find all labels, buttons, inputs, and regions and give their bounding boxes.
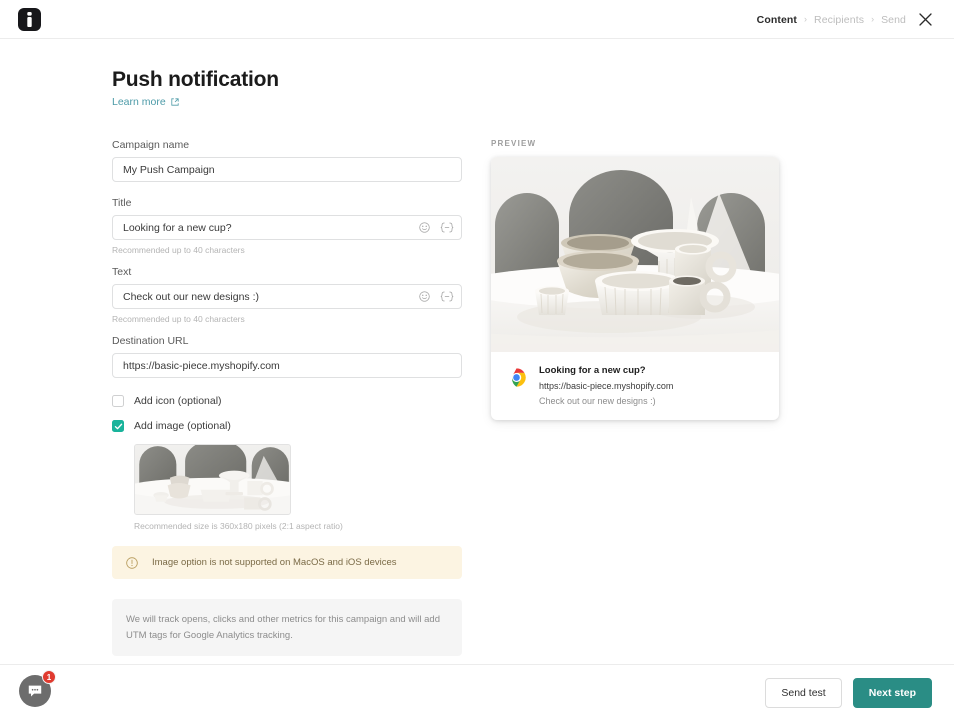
text-input[interactable] (112, 284, 462, 309)
emoji-smiley-icon[interactable] (419, 291, 430, 302)
breadcrumb: Content › Recipients › Send (757, 0, 906, 39)
breadcrumb-item-content[interactable]: Content (757, 14, 797, 26)
title-input[interactable] (112, 215, 462, 240)
emoji-smiley-icon[interactable] (419, 222, 430, 233)
title-field: Title Looking for a new cup? Recommended… (112, 197, 462, 255)
title-hint: Recommended up to 40 characters (112, 245, 245, 255)
text-hint: Recommended up to 40 characters (112, 314, 245, 324)
add-image-checkbox[interactable] (112, 420, 124, 432)
campaign-name-input[interactable] (112, 157, 462, 182)
send-test-button[interactable]: Send test (765, 677, 842, 708)
breadcrumb-separator: › (804, 14, 808, 24)
add-icon-checkbox-row[interactable]: Add icon (optional) (112, 395, 462, 407)
push-notification-campaign-editor: Content › Recipients › Send Push notific… (0, 0, 954, 720)
chat-unread-badge: 1 (42, 670, 56, 684)
tracking-notice: We will track opens, clicks and other me… (112, 599, 462, 657)
destination-url-input[interactable] (112, 353, 462, 378)
uploaded-image-thumbnail[interactable] (134, 444, 291, 515)
title-input-icons (419, 215, 454, 240)
preview-image (491, 157, 779, 352)
preview-panel: PREVIEW Looking for a new cup? https://b… (491, 139, 781, 420)
external-link-icon (171, 98, 179, 106)
image-support-warning-text: Image option is not supported on MacOS a… (152, 557, 397, 568)
text-input-icons (419, 284, 454, 309)
preview-title: Looking for a new cup? (539, 365, 646, 376)
page-title: Push notification (112, 68, 279, 91)
merge-tag-icon[interactable] (440, 222, 454, 233)
preview-text-block: Looking for a new cup? https://basic-pie… (539, 365, 673, 406)
merge-tag-icon[interactable] (440, 291, 454, 302)
next-step-button[interactable]: Next step (852, 677, 932, 708)
chat-widget-button[interactable]: 1 (19, 670, 56, 707)
close-icon[interactable] (917, 11, 934, 28)
campaign-form: Campaign name Title (112, 139, 462, 705)
preview-body-text: Check out our new designs :) (539, 396, 656, 406)
text-field: Text Check out our new designs:) Recomm… (112, 266, 462, 324)
info-circle-icon (126, 556, 138, 569)
add-image-checkbox-row[interactable]: Add image (optional) (112, 420, 462, 432)
learn-more-link[interactable]: Learn more (112, 96, 179, 108)
top-bar: Content › Recipients › Send (0, 0, 954, 39)
notification-preview-card: Looking for a new cup? https://basic-pie… (491, 157, 779, 420)
image-size-hint: Recommended size is 360x180 pixels (2:1 … (134, 521, 343, 531)
breadcrumb-item-recipients[interactable]: Recipients (814, 14, 864, 26)
destination-url-label: Destination URL (112, 335, 189, 347)
title-label: Title (112, 197, 132, 209)
add-icon-checkbox[interactable] (112, 395, 124, 407)
add-image-checkbox-label: Add image (optional) (134, 420, 231, 432)
brand-logo-icon[interactable] (18, 8, 41, 31)
destination-url-field: Destination URL (112, 335, 462, 378)
breadcrumb-separator: › (871, 14, 875, 24)
image-upload-block: Recommended size is 360x180 pixels (2:1 … (134, 444, 462, 531)
preview-body: Looking for a new cup? https://basic-pie… (491, 352, 779, 420)
campaign-name-label: Campaign name (112, 139, 190, 151)
footer-action-bar: Send test Next step (0, 664, 954, 720)
text-label: Text (112, 266, 132, 278)
preview-url: https://basic-piece.myshopify.com (539, 381, 674, 391)
campaign-name-field: Campaign name (112, 139, 462, 182)
image-support-warning: Image option is not supported on MacOS a… (112, 546, 462, 579)
chrome-icon (506, 367, 527, 388)
page-content: Push notification Learn more Campaign na… (0, 39, 954, 705)
preview-label: PREVIEW (491, 139, 537, 148)
add-icon-checkbox-label: Add icon (optional) (134, 395, 222, 407)
chat-bubble-icon (28, 685, 42, 697)
breadcrumb-item-send[interactable]: Send (881, 14, 906, 26)
learn-more-label: Learn more (112, 96, 166, 108)
